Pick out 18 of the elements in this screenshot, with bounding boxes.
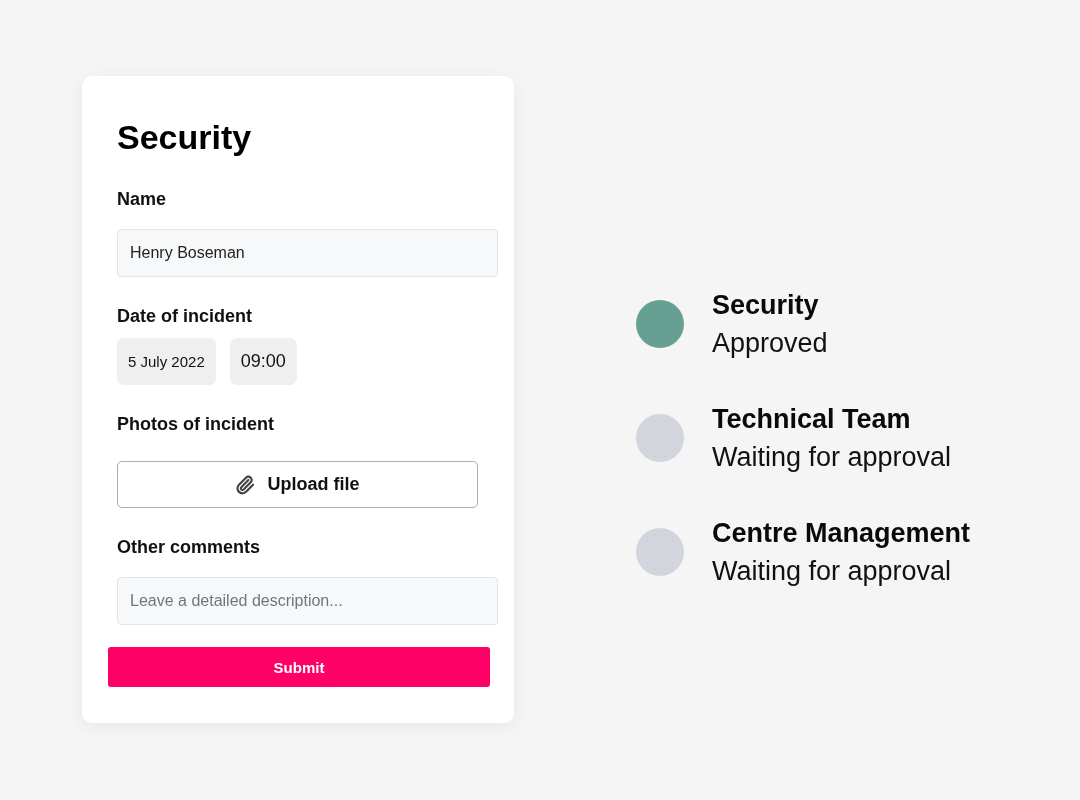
submit-button[interactable]: Submit — [108, 647, 490, 687]
paperclip-icon — [235, 474, 256, 495]
field-label: Other comments — [117, 536, 262, 558]
comments-field[interactable]: Leave a detailed description... — [117, 577, 498, 625]
approval-status: Waiting for approval — [712, 441, 952, 474]
team-name: Security — [712, 289, 820, 322]
team-name: Centre Management — [712, 517, 971, 550]
approval-status: Waiting for approval — [712, 555, 953, 588]
time-field[interactable]: 09:00 — [229, 338, 297, 385]
name-field[interactable]: Henry Boseman — [117, 229, 498, 277]
date-field[interactable]: 5 July 2022 — [117, 338, 216, 385]
upload-button[interactable]: Upload file — [117, 461, 478, 508]
approval-status: Approved — [712, 327, 828, 360]
team-name: Technical Team — [712, 403, 912, 436]
field-label: Date of incident — [117, 305, 253, 327]
field-label: Name — [117, 188, 168, 210]
form-title: Security — [117, 117, 253, 157]
field-label: Photos of incident — [117, 413, 275, 435]
